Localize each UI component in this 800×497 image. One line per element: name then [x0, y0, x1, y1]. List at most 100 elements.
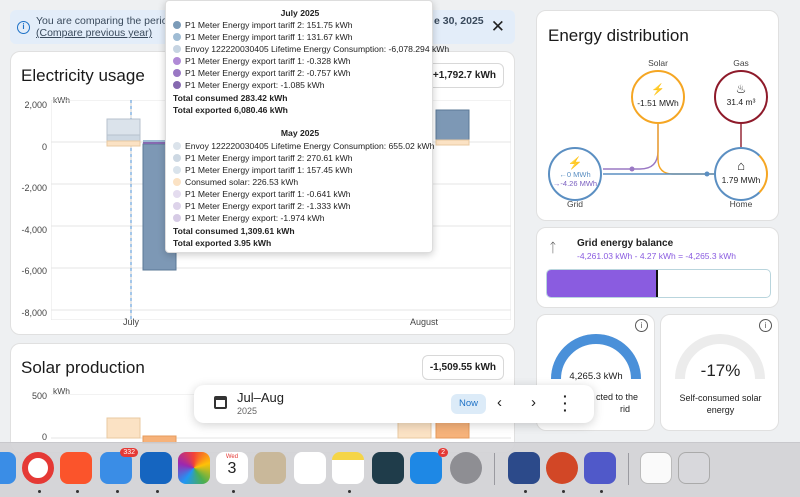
- notes-icon[interactable]: [332, 452, 364, 484]
- solar-label: Solar: [648, 58, 668, 68]
- calendar-day: 3: [227, 460, 237, 477]
- energy-distribution-card: Energy distribution Solar ⚡ -1.51 MWh Ga…: [536, 10, 779, 221]
- electricity-usage-badge: +1,792.7 kWh: [424, 63, 504, 88]
- legend-dot: [173, 21, 181, 29]
- tooltip-row: P1 Meter Energy import tariff 2: 151.75 …: [173, 20, 353, 30]
- period-year: 2025: [237, 406, 258, 416]
- trash-icon[interactable]: [678, 452, 710, 484]
- compare-previous-year-link[interactable]: (Compare previous year): [36, 27, 152, 39]
- powerpoint-icon[interactable]: [546, 452, 578, 484]
- self-consumed-value: -17%: [700, 361, 741, 380]
- legend-dot: [173, 154, 181, 162]
- electricity-usage-title: Electricity usage: [21, 66, 145, 85]
- grid-balance-card: ᛏ Grid energy balance -4,261.03 kWh - 4.…: [536, 227, 779, 308]
- info-icon: i: [17, 21, 30, 34]
- tooltip-row: P1 Meter Energy export tariff 1: -0.641 …: [173, 189, 351, 199]
- macos-dock: 332 Wed 3 2: [0, 442, 800, 497]
- mail-badge: 332: [120, 448, 138, 457]
- period-range: Jul–Aug: [237, 390, 284, 405]
- more-vert-icon[interactable]: · · ·: [563, 389, 568, 417]
- contacts-icon[interactable]: [254, 452, 286, 484]
- info-icon[interactable]: i: [635, 319, 648, 332]
- gas-value: 31.4 m³: [726, 97, 756, 107]
- grid-out: →-4.26 MWh: [552, 179, 598, 188]
- tooltip-july-title: July 2025: [280, 8, 320, 18]
- running-indicator: [348, 490, 351, 493]
- legend-dot: [173, 57, 181, 65]
- solar-production-badge: -1,509.55 kWh: [421, 355, 504, 380]
- chevron-right-icon[interactable]: ›: [531, 394, 536, 411]
- mail-icon[interactable]: 332: [100, 448, 138, 484]
- legend-dot: [173, 214, 181, 222]
- running-indicator: [232, 490, 235, 493]
- y-tick: 0: [41, 142, 47, 152]
- finder-icon[interactable]: [0, 452, 16, 484]
- app-store-icon[interactable]: 2: [410, 448, 448, 484]
- app-store-badge: 2: [438, 448, 448, 457]
- tooltip-row: P1 Meter Energy export tariff 2: -1.333 …: [173, 201, 351, 211]
- tooltip-row: Envoy 122220030405 Lifetime Energy Consu…: [173, 141, 434, 151]
- y-tick: 2,000: [24, 100, 47, 110]
- info-icon[interactable]: i: [759, 319, 772, 332]
- teams-icon[interactable]: [584, 452, 616, 484]
- grid-node[interactable]: ⚡ ←0 MWh →-4.26 MWh: [548, 147, 602, 201]
- gas-node[interactable]: ♨ 31.4 m³: [714, 70, 768, 124]
- calendar-icon[interactable]: [214, 396, 227, 409]
- running-indicator: [116, 490, 119, 493]
- legend-dot: [173, 202, 181, 210]
- tooltip-row: P1 Meter Energy export: -1.085 kWh: [173, 80, 324, 90]
- banner-text: You are comparing the period J: [36, 15, 182, 27]
- grid-balance-marker: [656, 270, 659, 297]
- tooltip-row: P1 Meter Energy export tariff 1: -0.328 …: [173, 56, 351, 66]
- dock-divider: [628, 453, 629, 485]
- photos-icon[interactable]: [178, 452, 210, 484]
- home-node[interactable]: ⌂ 1.79 MWh: [714, 147, 768, 201]
- banner-text-end: e 30, 2025: [434, 15, 484, 27]
- transmission-tower-icon: ᛏ: [549, 240, 557, 255]
- chart-tooltip: July 2025 P1 Meter Energy import tariff …: [165, 0, 449, 253]
- tooltip-total-exported: Total exported 6,080.46 kWh: [173, 105, 288, 115]
- gas-label: Gas: [733, 58, 749, 68]
- y-tick: -2,000: [21, 183, 47, 193]
- close-icon[interactable]: ✕: [491, 17, 505, 37]
- solar-node[interactable]: ⚡ -1.51 MWh: [631, 70, 685, 124]
- now-button[interactable]: Now: [451, 394, 487, 414]
- ai-app-icon[interactable]: [508, 452, 540, 484]
- documents-stack-icon[interactable]: [640, 452, 672, 484]
- tooltip-total-consumed: Total consumed 1,309.61 kWh: [173, 226, 295, 236]
- legend-dot: [173, 81, 181, 89]
- period-selector: Jul–Aug 2025 Now ‹ › · · ·: [194, 385, 594, 423]
- running-indicator: [524, 490, 527, 493]
- tooltip-row: P1 Meter Energy export tariff 2: -0.757 …: [173, 68, 351, 78]
- legend-dot: [173, 33, 181, 41]
- outlook-icon[interactable]: [140, 452, 172, 484]
- y-tick: -8,000: [21, 308, 47, 318]
- grid-gauge-value: 4,265.3 kWh: [569, 371, 623, 382]
- grid-gauge-label-2: rid: [620, 404, 631, 414]
- solar-production-title: Solar production: [21, 358, 145, 377]
- brave-icon[interactable]: [60, 452, 92, 484]
- self-consumed-gauge-card: i -17% Self-consumed solar energy: [660, 314, 779, 431]
- running-indicator: [600, 490, 603, 493]
- tooltip-row: P1 Meter Energy import tariff 1: 157.45 …: [173, 165, 353, 175]
- tooltip-may-title: May 2025: [280, 128, 320, 138]
- grid-in: ←0 MWh: [559, 170, 591, 179]
- y-tick: 500: [31, 391, 47, 401]
- flame-icon: ♨: [735, 82, 747, 96]
- reminders-icon[interactable]: [294, 452, 326, 484]
- freeform-icon[interactable]: [372, 452, 404, 484]
- grid-balance-formula: -4,261.03 kWh - 4.27 kWh = -4,265.3 kWh: [577, 251, 736, 261]
- chrome-icon[interactable]: [22, 452, 54, 484]
- legend-dot: [173, 142, 181, 150]
- transmission-tower-icon: ⚡: [567, 156, 583, 170]
- grid-gauge-label-1: cted to the: [596, 392, 639, 402]
- home-icon: ⌂: [737, 158, 745, 173]
- chevron-left-icon[interactable]: ‹: [497, 394, 502, 411]
- grid-balance-fill: [547, 270, 657, 297]
- y-tick: -6,000: [21, 266, 47, 276]
- grid-balance-bar: [546, 269, 771, 298]
- system-settings-icon[interactable]: [450, 452, 482, 484]
- tooltip-row: P1 Meter Energy import tariff 1: 131.67 …: [173, 32, 353, 42]
- calendar-app-icon[interactable]: Wed 3: [216, 452, 248, 484]
- legend-dot: [173, 69, 181, 77]
